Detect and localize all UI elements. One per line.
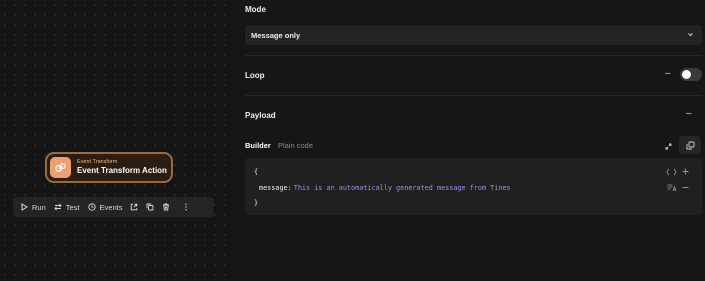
divider bbox=[245, 55, 702, 56]
mode-selected-value: Message only bbox=[251, 30, 301, 40]
event-transform-icon bbox=[50, 157, 71, 178]
chevron-down-icon bbox=[688, 33, 693, 37]
more-button[interactable] bbox=[184, 203, 188, 211]
node-name: Event Transform Action bbox=[77, 166, 167, 176]
tab-plain-code[interactable]: Plain code bbox=[278, 141, 313, 150]
export-button[interactable] bbox=[130, 203, 138, 211]
tab-builder[interactable]: Builder bbox=[245, 141, 271, 150]
action-config-panel: Mode Message only Loop – Payload – Build… bbox=[233, 0, 705, 281]
run-button[interactable]: Run bbox=[20, 203, 46, 212]
events-button[interactable]: Events bbox=[87, 202, 123, 212]
expand-icon bbox=[665, 143, 671, 149]
code-open-brace: { bbox=[254, 168, 259, 176]
play-icon bbox=[21, 203, 28, 211]
trash-icon bbox=[163, 203, 170, 211]
loop-remove-button[interactable]: – bbox=[665, 69, 671, 79]
payload-label: Payload bbox=[245, 111, 276, 120]
text-format-button[interactable] bbox=[666, 183, 677, 192]
mode-select[interactable]: Message only bbox=[245, 25, 702, 45]
payload-builder[interactable]: { message: This is an automatically gener… bbox=[245, 158, 702, 215]
plus-icon bbox=[682, 168, 689, 175]
text-format-icon bbox=[667, 184, 676, 191]
remove-field-button[interactable] bbox=[681, 183, 690, 192]
payload-field-row[interactable]: message: This is an automatically generat… bbox=[259, 184, 511, 192]
node-toolbar: Run Test Events bbox=[13, 197, 214, 217]
code-close-brace: } bbox=[254, 199, 259, 207]
delete-button[interactable] bbox=[162, 203, 170, 211]
node-type-label: Event Transform bbox=[77, 158, 118, 165]
run-label: Run bbox=[32, 202, 46, 212]
add-field-button[interactable] bbox=[681, 167, 690, 176]
events-label: Events bbox=[99, 202, 123, 212]
mode-label: Mode bbox=[245, 5, 266, 14]
clock-icon bbox=[87, 203, 96, 211]
loop-label: Loop bbox=[245, 71, 265, 80]
workflow-canvas[interactable]: Event Transform Event Transform Action R… bbox=[0, 0, 233, 281]
minus-icon bbox=[682, 187, 689, 188]
action-node[interactable]: Event Transform Event Transform Action bbox=[45, 152, 173, 183]
copy-icon bbox=[686, 141, 694, 149]
formula-button[interactable] bbox=[666, 167, 677, 176]
payload-value[interactable]: This is an automatically generated messa… bbox=[294, 184, 511, 192]
test-button[interactable]: Test bbox=[54, 203, 80, 212]
expand-button[interactable] bbox=[663, 141, 673, 151]
test-label: Test bbox=[65, 202, 80, 212]
divider bbox=[245, 95, 702, 96]
duplicate-icon bbox=[147, 203, 154, 211]
loop-toggle[interactable] bbox=[680, 68, 702, 81]
copy-button[interactable] bbox=[679, 136, 701, 154]
payload-separator: : bbox=[287, 184, 292, 192]
test-icon bbox=[54, 203, 62, 211]
payload-key[interactable]: message bbox=[259, 184, 288, 192]
payload-collapse-button[interactable]: – bbox=[686, 109, 692, 119]
duplicate-button[interactable] bbox=[146, 203, 154, 211]
toggle-knob bbox=[682, 70, 691, 79]
export-icon bbox=[131, 203, 138, 211]
more-vertical-icon bbox=[185, 203, 188, 211]
braces-icon bbox=[666, 168, 677, 175]
